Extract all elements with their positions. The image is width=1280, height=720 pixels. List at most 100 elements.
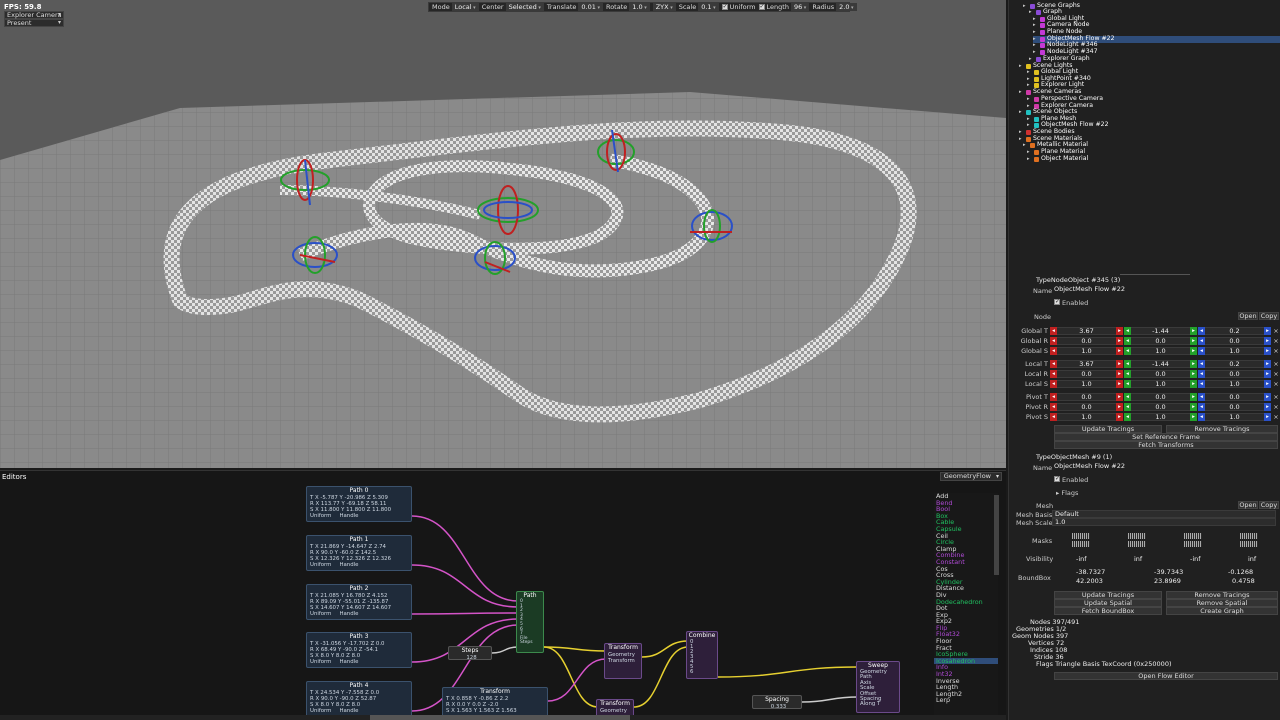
- name-field[interactable]: ObjectMesh Flow #22: [1052, 286, 1276, 294]
- center-select[interactable]: Selected: [505, 3, 544, 11]
- transform-y-field[interactable]: ◂ 0.0 ▸: [1124, 402, 1197, 411]
- increment-arrow-icon[interactable]: ▸: [1190, 336, 1197, 345]
- tree-item[interactable]: ▸ Object Material: [1027, 155, 1088, 163]
- radius-select[interactable]: 2.0: [836, 3, 857, 11]
- remove-tracings-button[interactable]: Remove Tracings: [1166, 425, 1278, 433]
- update-spatial-button[interactable]: Update Spatial: [1054, 599, 1162, 607]
- increment-arrow-icon[interactable]: ▸: [1116, 392, 1123, 401]
- transform-z-field[interactable]: ◂ 0.2 ▸: [1198, 359, 1271, 368]
- transform-node[interactable]: Transform Geometry Transform: [604, 643, 642, 679]
- decrement-arrow-icon[interactable]: ◂: [1124, 326, 1131, 335]
- transform-y-field[interactable]: ◂ 0.0 ▸: [1124, 392, 1197, 401]
- transform-y-field[interactable]: ◂ 1.0 ▸: [1124, 379, 1197, 388]
- increment-arrow-icon[interactable]: ▸: [1116, 336, 1123, 345]
- scale-select[interactable]: 0.1: [698, 3, 719, 11]
- set-reference-frame-button[interactable]: Set Reference Frame: [1054, 433, 1278, 441]
- increment-arrow-icon[interactable]: ▸: [1116, 379, 1123, 388]
- transform-z-field[interactable]: ◂ 1.0 ▸: [1198, 379, 1271, 388]
- reset-icon[interactable]: ×: [1272, 337, 1280, 345]
- transform-x-field[interactable]: ◂ 1.0 ▸: [1050, 379, 1123, 388]
- chevron-right-icon[interactable]: ▸: [1033, 42, 1038, 49]
- value-field[interactable]: 1.563: [479, 708, 494, 714]
- increment-arrow-icon[interactable]: ▸: [1264, 326, 1271, 335]
- path-node[interactable]: Path 1T X 21.869 Y -14.647 Z 2.74 R X 90.…: [306, 535, 412, 571]
- path-node[interactable]: Path 3T X -31.056 Y -17.702 Z 0.0 R X 68.…: [306, 632, 412, 668]
- decrement-arrow-icon[interactable]: ◂: [1050, 379, 1057, 388]
- transform-z-field[interactable]: ◂ 0.0 ▸: [1198, 392, 1271, 401]
- decrement-arrow-icon[interactable]: ◂: [1198, 359, 1205, 368]
- chevron-right-icon[interactable]: ▸: [1027, 96, 1032, 103]
- increment-arrow-icon[interactable]: ▸: [1264, 392, 1271, 401]
- rotation-order-select[interactable]: ZYX: [652, 3, 676, 11]
- transform-x-field[interactable]: ◂ 0.0 ▸: [1050, 336, 1123, 345]
- increment-arrow-icon[interactable]: ▸: [1264, 369, 1271, 378]
- value-field[interactable]: 1.563: [457, 708, 472, 714]
- decrement-arrow-icon[interactable]: ◂: [1198, 379, 1205, 388]
- increment-arrow-icon[interactable]: ▸: [1264, 336, 1271, 345]
- uniform-checkbox[interactable]: Uniform: [310, 708, 331, 714]
- transform-z-field[interactable]: ◂ 0.2 ▸: [1198, 326, 1271, 335]
- mesh-enabled-checkbox[interactable]: [1054, 475, 1060, 484]
- value-field[interactable]: 1.563: [501, 708, 516, 714]
- mesh-copy-button[interactable]: Copy: [1259, 501, 1279, 509]
- increment-arrow-icon[interactable]: ▸: [1116, 402, 1123, 411]
- chevron-right-icon[interactable]: ▸: [1027, 82, 1032, 89]
- scene-render[interactable]: [0, 0, 1006, 468]
- chevron-right-icon[interactable]: ▸: [1027, 69, 1032, 76]
- mesh-name-field[interactable]: ObjectMesh Flow #22: [1052, 463, 1276, 471]
- chevron-right-icon[interactable]: ▸: [1033, 29, 1038, 36]
- library-item[interactable]: Lerp: [934, 697, 998, 704]
- handle-checkbox[interactable]: Handle: [339, 513, 358, 519]
- reset-icon[interactable]: ×: [1272, 380, 1280, 388]
- reset-icon[interactable]: ×: [1272, 360, 1280, 368]
- decrement-arrow-icon[interactable]: ◂: [1198, 392, 1205, 401]
- chevron-right-icon[interactable]: ▸: [1023, 3, 1028, 10]
- chevron-right-icon[interactable]: ▸: [1019, 63, 1024, 70]
- mask-bits[interactable]: [1072, 533, 1090, 539]
- uniform-checkbox[interactable]: Uniform: [310, 513, 331, 519]
- spacing-node[interactable]: Spacing 0.333: [752, 695, 802, 709]
- increment-arrow-icon[interactable]: ▸: [1116, 326, 1123, 335]
- chevron-right-icon[interactable]: ▸: [1019, 129, 1024, 136]
- increment-arrow-icon[interactable]: ▸: [1116, 346, 1123, 355]
- decrement-arrow-icon[interactable]: ◂: [1050, 359, 1057, 368]
- uniform-checkbox[interactable]: Uniform: [310, 659, 331, 665]
- transform-y-field[interactable]: ◂ 0.0 ▸: [1124, 336, 1197, 345]
- editor-hscrollbar[interactable]: [0, 715, 1006, 720]
- chevron-right-icon[interactable]: ▸: [1027, 122, 1032, 129]
- decrement-arrow-icon[interactable]: ◂: [1050, 369, 1057, 378]
- value-field[interactable]: 2.2: [500, 696, 509, 702]
- chevron-right-icon[interactable]: ▸: [1029, 9, 1034, 16]
- transform-x-field[interactable]: ◂ 3.67 ▸: [1050, 359, 1123, 368]
- decrement-arrow-icon[interactable]: ◂: [1050, 402, 1057, 411]
- handle-checkbox[interactable]: Handle: [339, 659, 358, 665]
- transform-z-field[interactable]: ◂ 0.0 ▸: [1198, 336, 1271, 345]
- path-node[interactable]: Path 4T X 24.534 Y -7.558 Z 0.0 R X 90.0 …: [306, 681, 412, 717]
- reset-icon[interactable]: ×: [1272, 393, 1280, 401]
- path-node[interactable]: Path 0T X -5.787 Y -20.986 Z 5.309 R X 11…: [306, 486, 412, 522]
- transform-x-field[interactable]: ◂ 1.0 ▸: [1050, 412, 1123, 421]
- handle-checkbox[interactable]: Handle: [339, 611, 358, 617]
- mesh-basis-select[interactable]: Default: [1052, 510, 1276, 518]
- decrement-arrow-icon[interactable]: ◂: [1198, 412, 1205, 421]
- transform-y-field[interactable]: ◂ 1.0 ▸: [1124, 412, 1197, 421]
- reset-icon[interactable]: ×: [1272, 370, 1280, 378]
- chevron-right-icon[interactable]: ▸: [1027, 149, 1032, 156]
- sweep-node[interactable]: Sweep Geometry Path Axis Scale Offset Spacing A…: [856, 661, 900, 713]
- path-node[interactable]: Path 2T X 21.085 Y 16.780 Z 4.152 R X 89.…: [306, 584, 412, 620]
- decrement-arrow-icon[interactable]: ◂: [1124, 346, 1131, 355]
- scroll-thumb[interactable]: [370, 715, 630, 720]
- copy-button[interactable]: Copy: [1259, 312, 1279, 320]
- transform-x-field[interactable]: ◂ 0.0 ▸: [1050, 392, 1123, 401]
- increment-arrow-icon[interactable]: ▸: [1190, 379, 1197, 388]
- update-tracings-button[interactable]: Update Tracings: [1054, 425, 1162, 433]
- chevron-right-icon[interactable]: ▸: [1027, 156, 1032, 163]
- increment-arrow-icon[interactable]: ▸: [1190, 369, 1197, 378]
- reset-icon[interactable]: ×: [1272, 403, 1280, 411]
- increment-arrow-icon[interactable]: ▸: [1116, 412, 1123, 421]
- mesh-scale-slider[interactable]: 1.0: [1052, 518, 1276, 526]
- chevron-right-icon[interactable]: ▸: [1019, 109, 1024, 116]
- transform-x-field[interactable]: ◂ 3.67 ▸: [1050, 326, 1123, 335]
- transform-y-field[interactable]: ◂ -1.44 ▸: [1124, 326, 1197, 335]
- increment-arrow-icon[interactable]: ▸: [1190, 412, 1197, 421]
